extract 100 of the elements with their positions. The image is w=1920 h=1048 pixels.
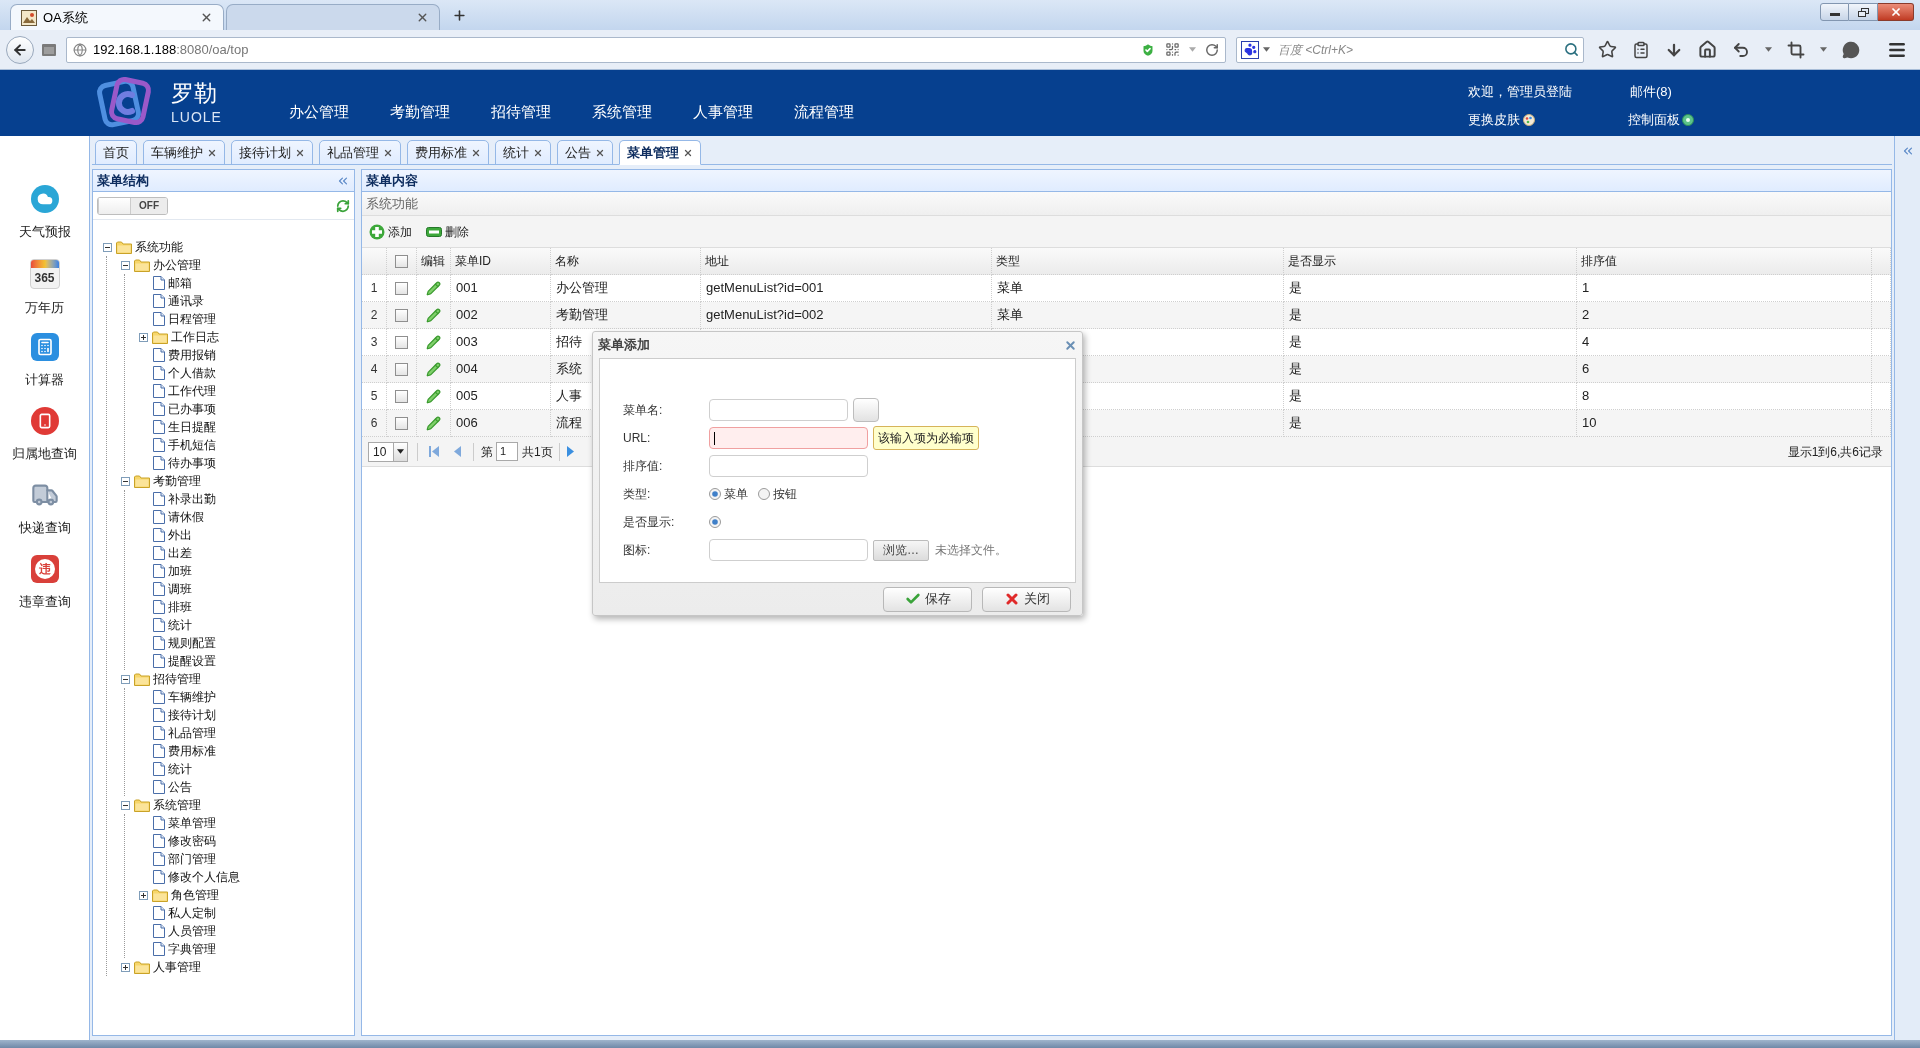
radio-button[interactable]	[709, 516, 721, 528]
clipboard-icon[interactable]	[1632, 40, 1650, 59]
input-field[interactable]	[709, 399, 848, 421]
tool-label[interactable]: 万年历	[25, 298, 64, 318]
column-header[interactable]: 地址	[705, 252, 729, 270]
phone-icon[interactable]	[30, 407, 59, 435]
undo-icon[interactable]	[1732, 40, 1750, 59]
pencil-icon[interactable]	[426, 415, 441, 431]
nav-menu-item[interactable]: 人事管理	[693, 100, 753, 124]
page-icon[interactable]	[42, 43, 56, 56]
page-tab[interactable]: 费用标准	[407, 140, 489, 165]
paw-icon[interactable]	[1241, 40, 1259, 59]
tree-item[interactable]: 系统功能	[135, 238, 183, 256]
tree-item[interactable]: 工作日志	[171, 328, 219, 346]
collapse-icon[interactable]	[120, 260, 130, 270]
nav-menu-item[interactable]: 办公管理	[289, 100, 349, 124]
new-tab-icon[interactable]	[452, 7, 467, 23]
tree-item[interactable]: 请休假	[168, 508, 204, 526]
column-header[interactable]: 菜单ID	[455, 252, 491, 270]
add-button[interactable]: 添加	[368, 220, 413, 243]
caret-icon[interactable]	[397, 449, 404, 454]
close-icon[interactable]	[471, 147, 481, 158]
minimize-button[interactable]	[1820, 3, 1849, 21]
column-header[interactable]: 排序值	[1581, 252, 1617, 270]
tree-item[interactable]: 私人定制	[168, 904, 216, 922]
close-icon[interactable]	[533, 147, 543, 158]
input-field[interactable]	[709, 455, 868, 477]
checkbox[interactable]	[395, 389, 408, 403]
address-field[interactable]: 192.168.1.188:8080/oa/top	[66, 36, 1226, 63]
collapse-icon[interactable]	[102, 242, 112, 252]
table-row[interactable]: 2 002 考勤管理 getMenuList?id=002 菜单 是 2	[362, 302, 1891, 329]
save-button[interactable]: 保存	[883, 586, 972, 612]
tree-item[interactable]: 待办事项	[168, 454, 216, 472]
tree-item[interactable]: 调班	[168, 580, 192, 598]
tree-item[interactable]: 生日提醒	[168, 418, 216, 436]
mail-link[interactable]: 邮件(8)	[1628, 83, 1694, 101]
close-icon[interactable]	[207, 147, 217, 158]
search-input[interactable]: 百度 <Ctrl+K>	[1278, 39, 1560, 60]
restore-button[interactable]	[1849, 3, 1878, 21]
tree-item[interactable]: 车辆维护	[168, 688, 216, 706]
page-tab[interactable]: 公告	[557, 140, 613, 165]
expand-icon[interactable]	[138, 332, 148, 342]
page-tab[interactable]: 车辆维护	[143, 140, 225, 165]
input-field[interactable]	[709, 539, 868, 561]
tree-item[interactable]: 部门管理	[168, 850, 216, 868]
tree-item[interactable]: 费用标准	[168, 742, 216, 760]
tree-item[interactable]: 加班	[168, 562, 192, 580]
expand-icon[interactable]	[138, 890, 148, 900]
tree-item[interactable]: 统计	[168, 616, 192, 634]
close-icon[interactable]	[200, 11, 213, 24]
pencil-icon[interactable]	[426, 388, 441, 404]
expand-icon[interactable]	[120, 962, 130, 972]
checkbox[interactable]	[395, 335, 408, 349]
tree-item[interactable]: 出差	[168, 544, 192, 562]
tree-item[interactable]: 角色管理	[171, 886, 219, 904]
browse-button[interactable]: 浏览…	[873, 539, 929, 561]
checkbox[interactable]	[395, 254, 408, 268]
shield-check-icon[interactable]	[1140, 41, 1156, 58]
tree-item[interactable]: 个人借款	[168, 364, 216, 382]
page-tab[interactable]: 菜单管理	[619, 140, 701, 165]
table-row[interactable]: 1 001 办公管理 getMenuList?id=001 菜单 是 1	[362, 275, 1891, 302]
close-icon[interactable]	[683, 147, 693, 158]
toggle-switch[interactable]: OFF	[97, 196, 168, 215]
browser-tab[interactable]: OA系统	[10, 4, 224, 30]
cloud-icon[interactable]	[30, 185, 59, 213]
crop-icon[interactable]	[1787, 40, 1805, 59]
tree-item[interactable]: 接待计划	[168, 706, 216, 724]
page-tab[interactable]: 礼品管理	[319, 140, 401, 165]
tree-item[interactable]: 字典管理	[168, 940, 216, 958]
home-icon[interactable]	[1698, 40, 1717, 59]
control-panel-link[interactable]: 控制面板	[1628, 111, 1680, 129]
search-icon[interactable]	[1564, 42, 1579, 57]
skin-link[interactable]: 更换皮肤	[1468, 111, 1520, 129]
tree-item[interactable]: 排班	[168, 598, 192, 616]
tree-item[interactable]: 规则配置	[168, 634, 216, 652]
checkbox[interactable]	[395, 362, 408, 376]
tree-item[interactable]: 外出	[168, 526, 192, 544]
tree-item[interactable]: 手机短信	[168, 436, 216, 454]
tree-item[interactable]: 工作代理	[168, 382, 216, 400]
tree-item[interactable]: 补录出勤	[168, 490, 216, 508]
tree-item[interactable]: 考勤管理	[153, 472, 201, 490]
tree-item[interactable]: 已办事项	[168, 400, 216, 418]
tree-item[interactable]: 人员管理	[168, 922, 216, 940]
radio-button[interactable]	[709, 488, 721, 500]
pencil-icon[interactable]	[426, 334, 441, 350]
nav-menu-item[interactable]: 流程管理	[794, 100, 854, 124]
tree-item[interactable]: 统计	[168, 760, 192, 778]
input-field[interactable]	[709, 427, 868, 449]
close-icon[interactable]	[595, 147, 605, 158]
tool-label[interactable]: 违章查询	[18, 592, 71, 612]
tree-item[interactable]: 公告	[168, 778, 192, 796]
page-size-select[interactable]: 10	[368, 441, 408, 462]
pencil-icon[interactable]	[426, 361, 441, 377]
tree-item[interactable]: 系统管理	[153, 796, 201, 814]
refresh-icon[interactable]	[336, 198, 350, 213]
page-input[interactable]: 1	[496, 442, 518, 461]
tool-label[interactable]: 快递查询	[18, 518, 71, 538]
calendar-icon[interactable]: 365	[29, 259, 60, 289]
tree-item[interactable]: 修改个人信息	[168, 868, 240, 886]
checkbox[interactable]	[395, 416, 408, 430]
